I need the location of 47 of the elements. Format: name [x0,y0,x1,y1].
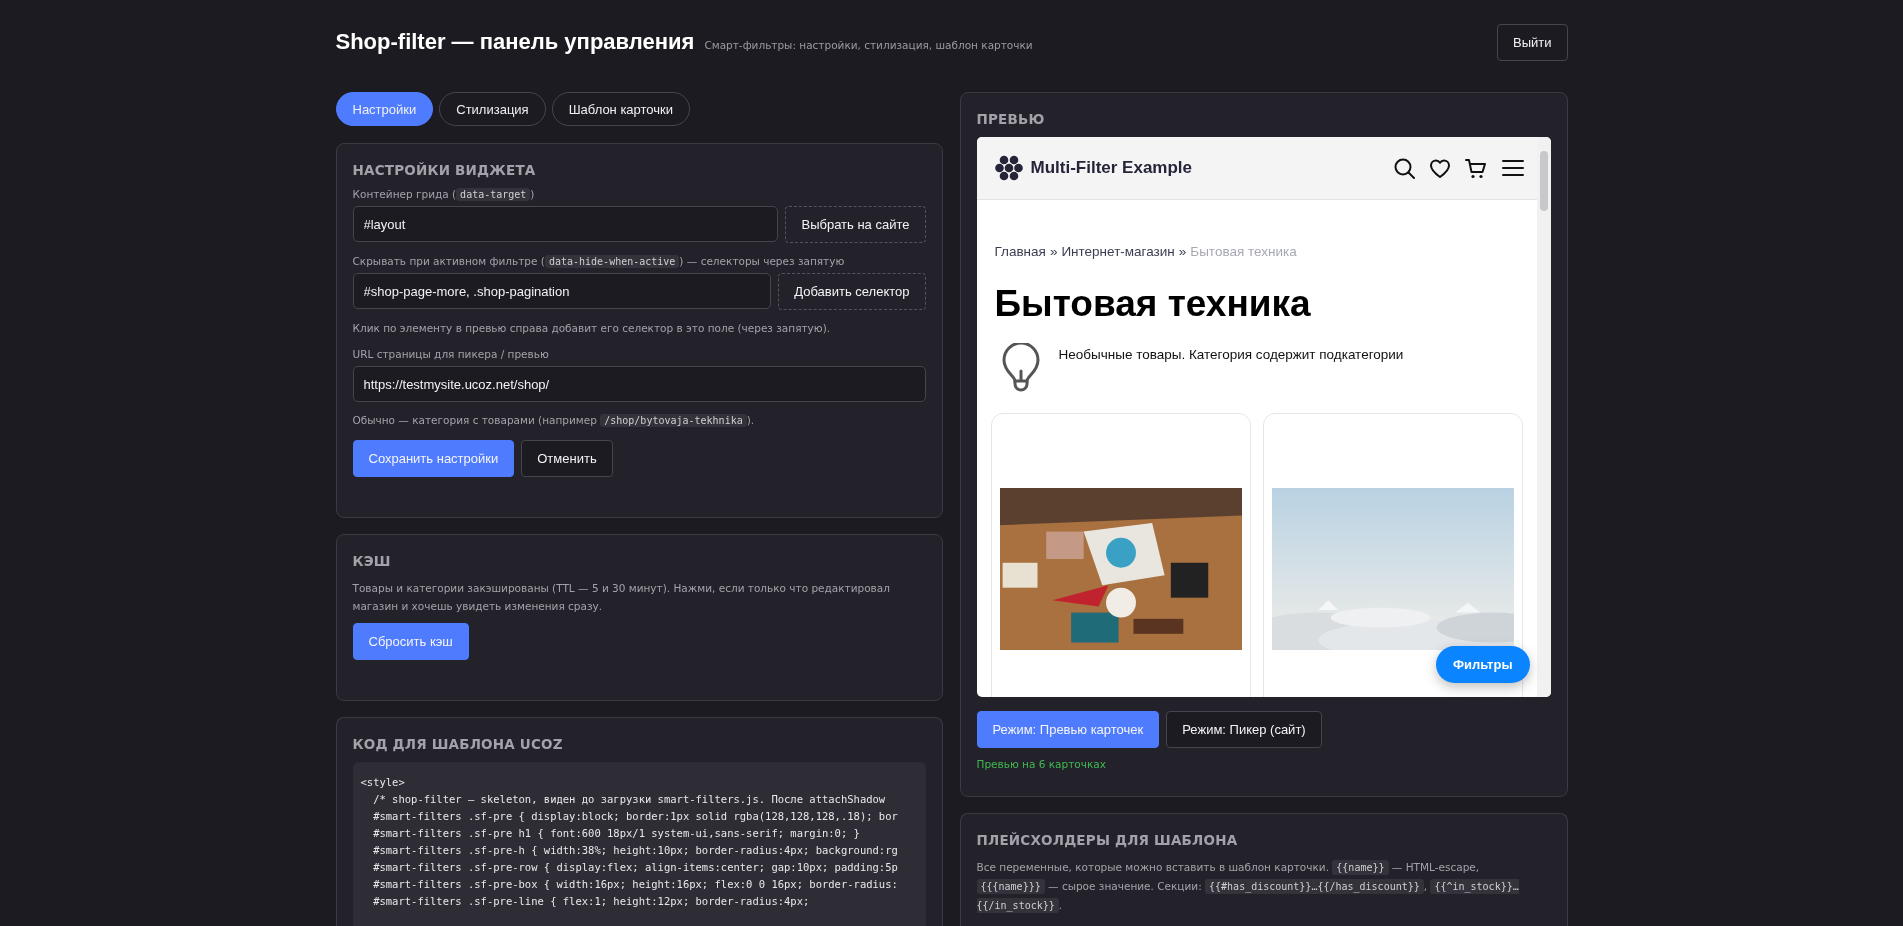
breadcrumb-separator: » [1178,244,1187,259]
mode-button[interactable]: Режим: Пикер (сайт) [1166,711,1322,748]
cache-description: Товары и категории закэшированы (TTL — 5 и 30 минут). Нажми, если только что редактировал магазин и хочешь увидеть изменения сразу. [352,581,891,614]
panel-heading: КОД ДЛЯ ШАБЛОНА UCOZ [352,736,564,752]
code-line: #smart-filters .sf-pre-line { flex:1; height:12px; border-radius:4px; [372,894,811,909]
category-title: Бытовая техника [994,283,1312,325]
menu-icon [1500,157,1525,179]
panel-heading: ПРЕВЬЮ [976,111,1046,127]
panel-heading: ПЛЕЙСХОЛДЕРЫ ДЛЯ ШАБЛОНА [976,832,1239,848]
filters-button[interactable]: Фильтры [1435,646,1530,683]
page-title: Shop-filter — панель управления [335,29,695,55]
scrollbar[interactable] [1536,137,1551,697]
hint-text: Клик по элементу в превью справа добавит его селектор в это поле (через запятую). [352,322,832,334]
logout-button[interactable]: Выйти [1497,23,1568,61]
category-description: Необычные товары. Категория содержит подкатегории [1058,346,1404,362]
code-line: #smart-filters .sf-pre-row { display:flex; align-items:center; gap:10px; padding:5p [372,860,899,875]
panel-heading: КЭШ [352,553,392,569]
code-line: <style> [360,775,406,790]
code-line: /* shop-filter — skeleton, виден до загрузки smart-filters.js. После attachShadow [372,792,887,807]
hint-text: Обычно — категория с товарами (например /shop/bytovaja-tekhnika ). [352,414,756,426]
field-label: Скрывать при активном фильтре ( data-hide-when-active ) — селекторы через запятую [352,255,846,267]
pick-button[interactable]: Добавить селектор [778,273,926,310]
placeholders-description: Все переменные, которые можно вставить в шаблон карточки. {{name}} — HTML-escape, {{{name}}} — сырое значение. Секции: {{#has_discount}}…{{/has_discount}} , {{^in_stock}}…{{/in_stock}} . [976,859,1520,915]
page-subtitle: Смарт-фильтры: настройки, стилизация, шаблон карточки [704,39,1033,51]
search-icon [1392,157,1415,179]
heart-icon [1428,157,1451,179]
panel-heading: НАСТРОЙКИ ВИДЖЕТА [352,162,537,178]
breadcrumb-separator: » [1049,244,1058,259]
cart-icon [1464,157,1487,179]
pick-button[interactable]: Выбрать на сайте [785,206,926,243]
code-line: #smart-filters .sf-pre-h { width:38%; height:10px; border-radius:4px; background:rg [372,843,899,858]
site-brand: Multi-Filter Example [1030,158,1193,178]
breadcrumb-link[interactable]: Интернет-магазин [1061,244,1175,259]
button[interactable]: Отменить [521,440,613,477]
field-label: Контейнер грида ( data-target ) [352,188,536,200]
code-line: #smart-filters .sf-pre-box { width:16px; height:16px; flex:0 0 16px; border-radius: [372,877,899,892]
lightbulb-icon [1000,343,1041,393]
logo-icon [994,155,1023,181]
preview-status: Превью на 6 карточках [976,758,1107,770]
code-line: #smart-filters .sf-pre { display:block; border:1px solid rgba(128,128,128,.18); bor [372,809,899,824]
input-field[interactable]: #shop-page-more, .shop-pagination [352,273,772,309]
breadcrumb-link[interactable]: Главная [994,244,1046,259]
input-field[interactable]: #layout [352,206,779,242]
input-field[interactable]: https://testmysite.ucoz.net/shop/ [352,366,926,402]
code-line: #smart-filters .sf-pre h1 { font:600 18px/1 system-ui,sans-serif; margin:0; } [372,826,861,841]
field-label: URL страницы для пикера / превью [352,348,550,360]
reset-cache-button[interactable]: Сбросить кэш [352,623,469,660]
